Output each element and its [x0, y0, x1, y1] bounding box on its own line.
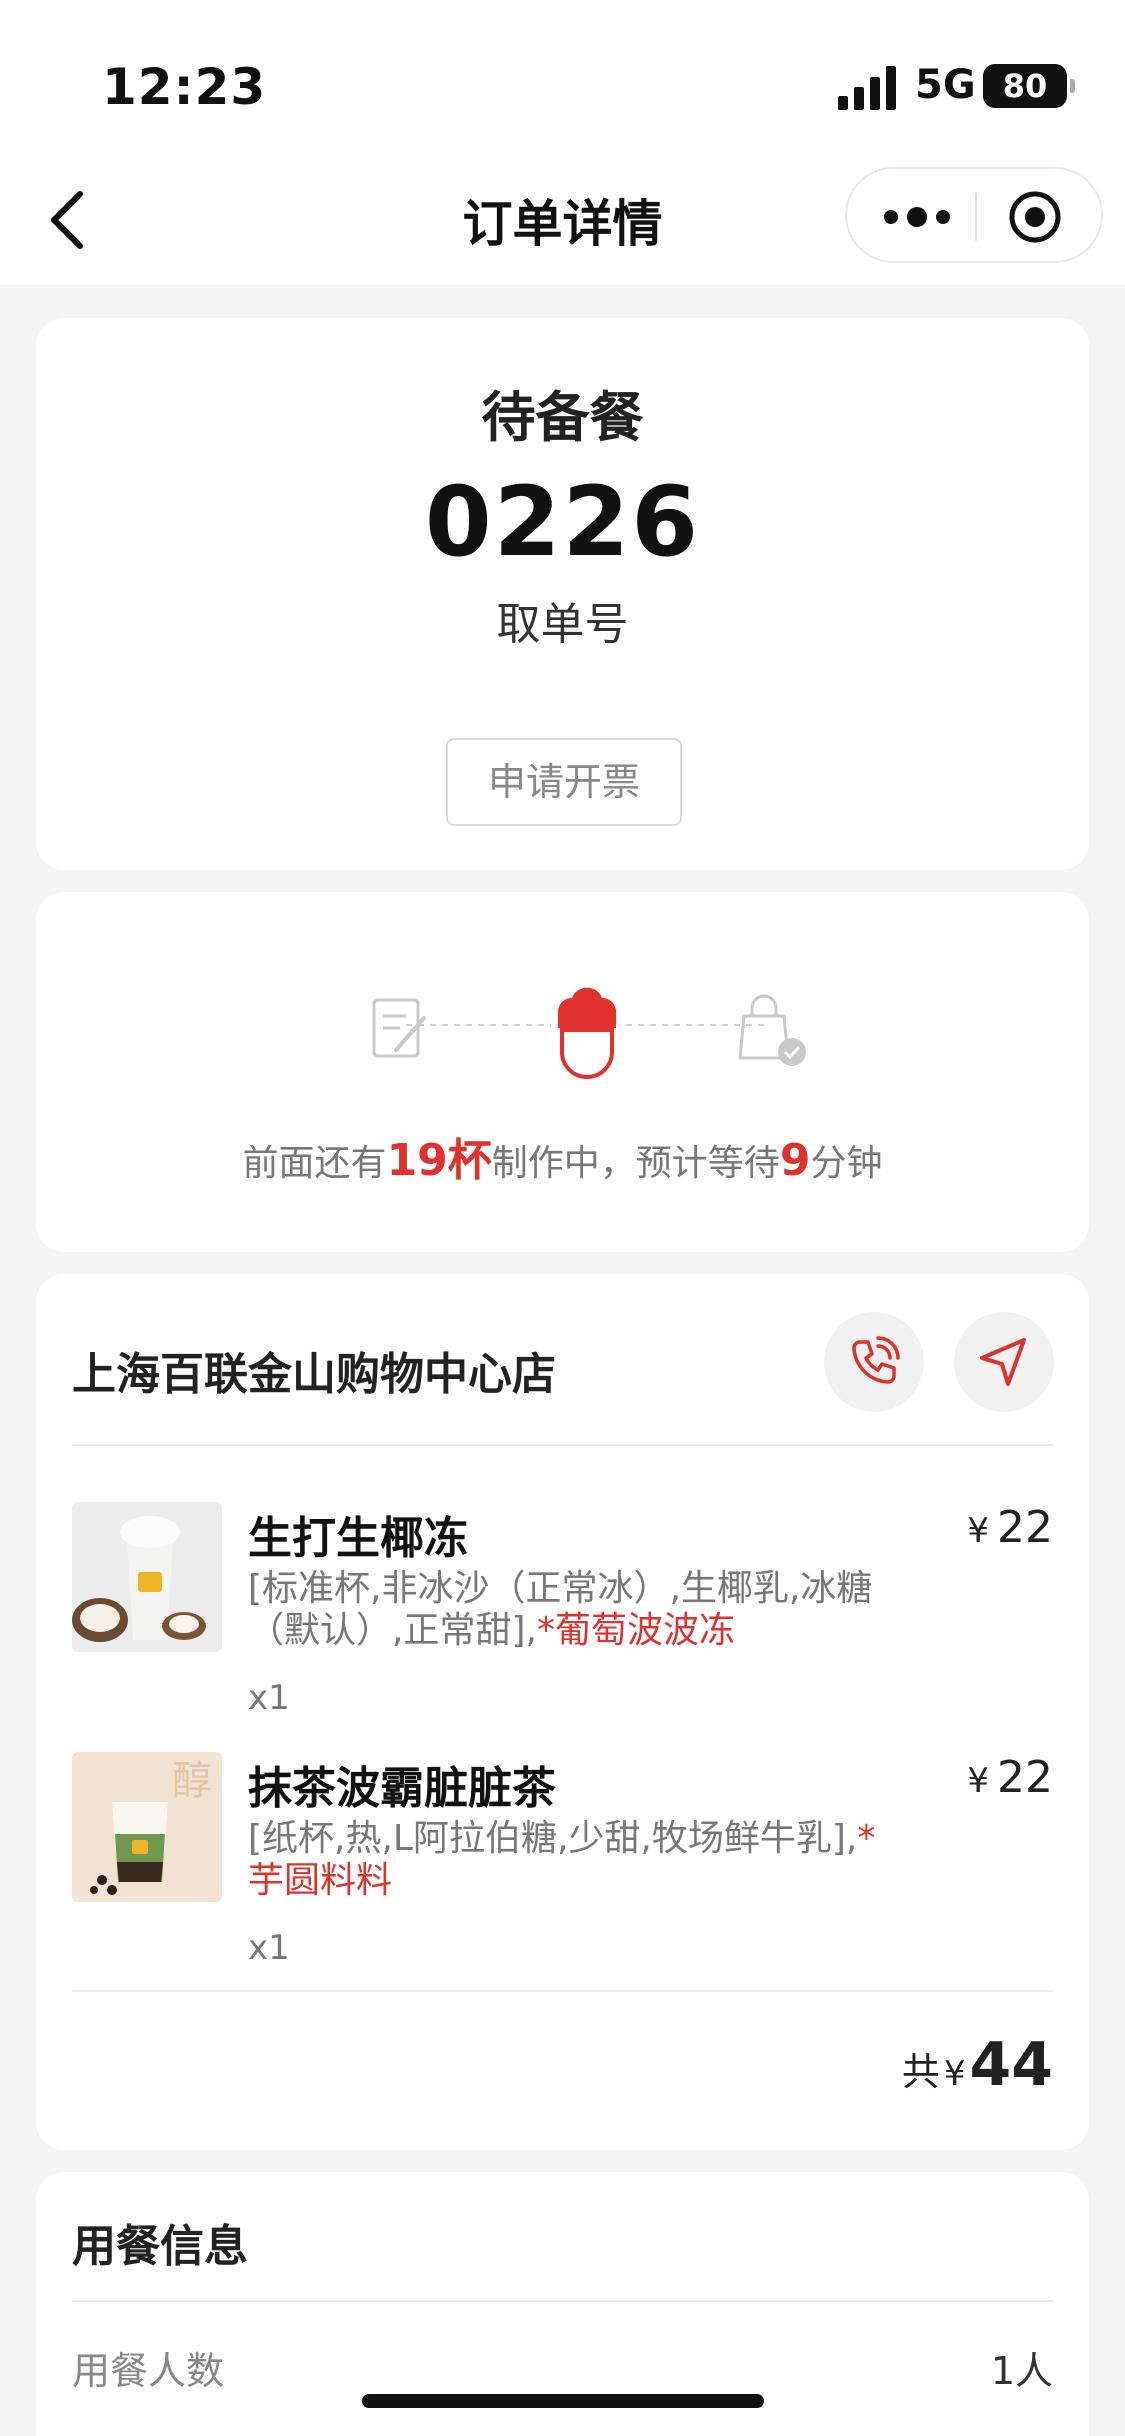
divider [72, 1444, 1053, 1446]
item-quantity: x1 [248, 1678, 290, 1718]
queue-prefix: 前面还有 [242, 1143, 387, 1184]
close-miniprogram-icon[interactable] [1007, 189, 1063, 245]
nav-bar: 订单详情 [0, 150, 1125, 285]
item-price: ¥22 [967, 1752, 1053, 1803]
signal-icon [838, 66, 896, 110]
item-price: ¥22 [967, 1502, 1053, 1553]
order-total: 共 ¥44 [902, 2030, 1053, 2100]
item-name: 抹茶波霸脏脏茶 [248, 1763, 556, 1814]
product-image [72, 1502, 222, 1652]
svg-text:醇: 醇 [172, 1758, 212, 1804]
phone-icon [852, 1336, 900, 1384]
diners-value: 1人 [990, 2349, 1053, 2393]
product-image: 醇 [72, 1752, 222, 1902]
item-spec: [纸杯,热,L阿拉伯糖,少甜,牧场鲜牛乳],*芋圆料料 [248, 1818, 888, 1902]
price-value: 22 [997, 1502, 1053, 1553]
spec-extra: *葡萄波波冻 [536, 1610, 735, 1651]
more-icon[interactable] [877, 193, 957, 241]
navigation-arrow-icon [980, 1338, 1026, 1386]
total-prefix: 共 [901, 2050, 940, 2094]
queue-suffix: 分钟 [810, 1143, 883, 1184]
pickup-number: 0226 [424, 466, 701, 578]
capsule-divider [975, 193, 977, 241]
queue-status-text: 前面还有19杯制作中，预计等待9分钟 [36, 1124, 1089, 1188]
chef-hat-icon [557, 987, 617, 1079]
section-title: 用餐信息 [72, 2221, 248, 2272]
navigate-store-button[interactable] [954, 1312, 1054, 1412]
pickup-label: 取单号 [496, 599, 629, 650]
network-type: 5G [915, 62, 976, 108]
progress-steps [372, 987, 806, 1079]
order-item: 醇 抹茶波霸脏脏茶 ¥22 [纸杯,热,L阿拉伯糖,少甜,牧场鲜牛乳],*芋圆料… [72, 1752, 1053, 1972]
store-name: 上海百联金山购物中心店 [72, 1349, 556, 1400]
divider [72, 1990, 1053, 1992]
mini-program-capsule [845, 167, 1103, 263]
order-placed-icon [372, 998, 426, 1058]
diners-label: 用餐人数 [72, 2349, 225, 2393]
currency-symbol: ¥ [967, 1511, 989, 1551]
home-indicator [362, 2394, 764, 2408]
cups-ahead: 19杯 [386, 1135, 492, 1186]
pickup-bag-icon [738, 994, 806, 1066]
order-status: 待备餐 [481, 386, 644, 449]
invoice-button[interactable]: 申请开票 [446, 738, 682, 826]
progress-card: 前面还有19杯制作中，预计等待9分钟 [36, 892, 1089, 1252]
price-value: 22 [997, 1752, 1053, 1803]
wait-minutes: 9 [779, 1135, 811, 1186]
currency-symbol: ¥ [967, 1761, 989, 1801]
order-status-card: 待备餐 0226 取单号 申请开票 [36, 318, 1089, 870]
call-store-button[interactable] [824, 1312, 924, 1412]
divider [72, 2300, 1053, 2302]
item-quantity: x1 [248, 1928, 290, 1968]
total-amount: 44 [969, 2030, 1054, 2100]
status-time: 12:23 [102, 58, 267, 116]
item-name: 生打生椰冻 [248, 1513, 468, 1564]
queue-middle: 制作中，预计等待 [491, 1143, 780, 1184]
battery-level: 80 [1002, 67, 1048, 105]
total-currency: ¥ [943, 2054, 966, 2094]
order-item: 生打生椰冻 ¥22 [标准杯,非冰沙（正常冰）,生椰乳,冰糖（默认）,正常甜],… [72, 1502, 1053, 1722]
item-spec: [标准杯,非冰沙（正常冰）,生椰乳,冰糖（默认）,正常甜],*葡萄波波冻 [248, 1568, 888, 1652]
spec-text: [纸杯,热,L阿拉伯糖,少甜,牧场鲜牛乳], [248, 1818, 858, 1859]
battery-icon: 80 [983, 64, 1075, 108]
order-items-card: 上海百联金山购物中心店 生打生椰冻 ¥22 [标准杯,非冰沙（正常冰）,生椰乳,… [36, 1274, 1089, 2150]
status-bar: 12:23 5G 80 [0, 0, 1125, 150]
